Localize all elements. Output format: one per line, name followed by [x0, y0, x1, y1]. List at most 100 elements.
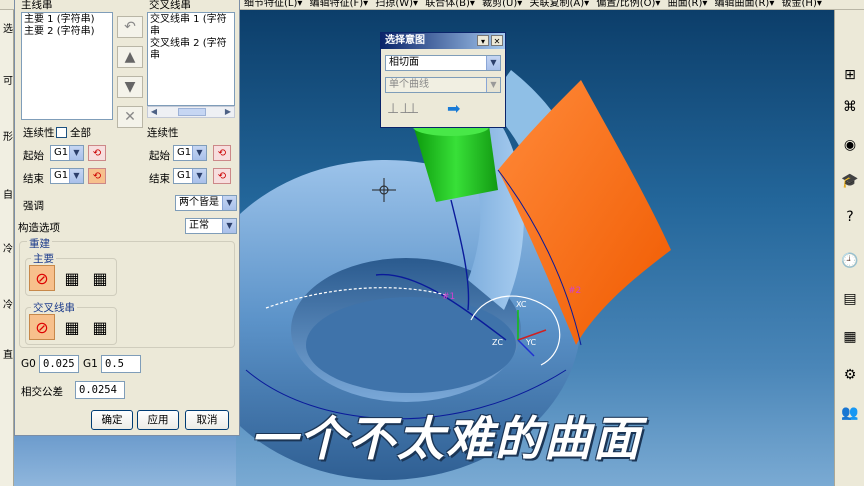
selection-intent-title: 选择意图 ▾ ✕ [381, 33, 505, 49]
chevron-down-icon[interactable]: ▼ [69, 169, 83, 183]
end-label: 结束 [23, 173, 44, 185]
chevron-down-icon[interactable]: ▼ [222, 196, 236, 210]
move-down-icon[interactable]: ▼ [117, 76, 143, 98]
chevron-down-icon[interactable]: ▼ [192, 146, 206, 160]
ok-button[interactable]: 确定 [91, 410, 133, 430]
toolbar-menu-icon[interactable]: ▾ [477, 35, 489, 46]
cross-auto-fit-icon[interactable]: ▦ [87, 314, 113, 340]
viewport-label-n2: #2 [568, 286, 582, 296]
scroll-thumb[interactable] [178, 108, 206, 116]
start-face-select-icon[interactable]: ⟲ [88, 145, 106, 161]
viewport-label-xc: XC [516, 300, 527, 309]
chevron-down-icon[interactable]: ▼ [486, 56, 500, 70]
list-item[interactable]: 主要 1 (字符串) [24, 14, 110, 26]
combo-value: 相切面 [389, 57, 419, 68]
rebuild-primary-label: 主要 [31, 251, 56, 266]
cross-list-scrollbar[interactable]: ◀ ▶ [147, 106, 235, 118]
cross-degree-tolerance-icon[interactable]: ▦ [59, 314, 85, 340]
cross-end-label: 结束 [149, 173, 170, 185]
undo-icon[interactable]: ↶ [117, 16, 143, 38]
video-caption: 一个不太难的曲面 [250, 412, 642, 467]
combo-value: G1 [177, 170, 192, 181]
arrow-right-icon[interactable]: ➡ [447, 99, 460, 118]
viewport-label-yc: YC [526, 338, 537, 347]
intersect-tolerance-field[interactable]: 0.0254 [75, 381, 125, 399]
constraint-navigator-icon[interactable]: ⌘ [839, 96, 861, 118]
assembly-navigator-icon[interactable]: ⊞ [839, 64, 861, 86]
cross-end-continuity-select[interactable]: G1 ▼ [173, 168, 207, 184]
g1-tolerance-field[interactable]: 0.5 [101, 355, 141, 373]
cross-end-face-select-icon[interactable]: ⟲ [213, 168, 231, 184]
chevron-down-icon[interactable]: ▼ [486, 78, 500, 92]
history-icon[interactable]: 🕘 [839, 250, 861, 272]
build-options-select[interactable]: 正常 ▼ [185, 218, 237, 234]
cross-start-continuity-select[interactable]: G1 ▼ [173, 145, 207, 161]
build-options-label: 构造选项 [18, 222, 60, 234]
emphasis-select[interactable]: 两个皆是 ▼ [175, 195, 237, 211]
selection-intent-toolbar: 选择意图 ▾ ✕ 相切面 ▼ 单个曲线 ▼ ⊥⊥ ⊥ ➡ [380, 32, 506, 128]
menu-item-sheet-metal[interactable]: 钣金(H)▾ [782, 0, 826, 9]
close-icon[interactable]: ✕ [491, 35, 503, 46]
g0-label: G0 [21, 358, 36, 370]
cross-string-header: 交叉线串 [149, 0, 191, 11]
apply-button[interactable]: 应用 [137, 410, 179, 430]
left-resource-strip: 选 可 形 自 冷 冷 直 [0, 10, 14, 486]
combo-value: G1 [54, 170, 69, 181]
palette-icon[interactable]: ▦ [839, 326, 861, 348]
web-browser-icon[interactable]: ◉ [839, 134, 861, 156]
menu-item-offset-scale[interactable]: 偏置/比例(O)▾ [596, 0, 664, 9]
menu-item-edit-feature[interactable]: 编辑特征(F)▾ [310, 0, 373, 9]
all-checkbox[interactable] [56, 127, 67, 138]
chevron-down-icon[interactable]: ▼ [69, 146, 83, 160]
scroll-left-icon[interactable]: ◀ [148, 107, 160, 117]
process-studio-icon[interactable]: ⚙ [839, 364, 861, 386]
cancel-button[interactable]: 取消 [185, 410, 229, 430]
intersect-tolerance-label: 相交公差 [21, 386, 63, 398]
move-up-icon[interactable]: ▲ [117, 46, 143, 68]
system-materials-icon[interactable]: ▤ [839, 288, 861, 310]
cross-start-face-select-icon[interactable]: ⟲ [213, 145, 231, 161]
combo-value: G1 [177, 147, 192, 158]
no-rebuild-icon[interactable]: ⊘ [29, 265, 55, 291]
cross-no-rebuild-icon[interactable]: ⊘ [29, 314, 55, 340]
start-label: 起始 [23, 150, 44, 162]
menu-item-surface[interactable]: 曲面(R)▾ [668, 0, 712, 9]
start-continuity-select[interactable]: G1 ▼ [50, 145, 84, 161]
menu-item-associative-copy[interactable]: 关联复制(A)▾ [529, 0, 593, 9]
chevron-down-icon[interactable]: ▼ [192, 169, 206, 183]
viewport-label-zc: ZC [492, 338, 504, 347]
menu-item-combine[interactable]: 联合体(B)▾ [425, 0, 479, 9]
scroll-right-icon[interactable]: ▶ [222, 107, 234, 117]
menu-item-trim[interactable]: 裁剪(U)▾ [482, 0, 526, 9]
curve-rule-select[interactable]: 单个曲线 ▼ [385, 77, 501, 93]
chevron-down-icon[interactable]: ▼ [222, 219, 236, 233]
strip-label: 直 [3, 350, 13, 361]
training-icon[interactable]: 🎓 [839, 170, 861, 192]
end-face-select-icon[interactable]: ⟲ [88, 168, 106, 184]
combo-value: 正常 [189, 220, 209, 231]
menu-item-detail-feature[interactable]: 细节特征(L)▾ [244, 0, 306, 9]
follow-fillet-icon[interactable]: ⊥ [407, 101, 419, 117]
help-icon[interactable]: ? [839, 206, 861, 228]
roles-icon[interactable]: 👥 [839, 402, 861, 424]
rebuild-cross-label: 交叉线串 [31, 300, 77, 315]
auto-fit-icon[interactable]: ▦ [87, 265, 113, 291]
strip-label: 选 [3, 24, 13, 35]
remove-icon[interactable]: ✕ [117, 106, 143, 128]
cross-start-label: 起始 [149, 150, 170, 162]
strip-label: 冷 [3, 300, 13, 311]
degree-tolerance-icon[interactable]: ▦ [59, 265, 85, 291]
list-item[interactable]: 主要 2 (字符串) [24, 26, 110, 38]
list-item[interactable]: 交叉线串 1 (字符串 [150, 14, 232, 38]
primary-string-header: 主线串 [21, 0, 53, 11]
g1-label: G1 [83, 358, 98, 370]
g0-tolerance-field[interactable]: 0.025 [39, 355, 79, 373]
end-continuity-select[interactable]: G1 ▼ [50, 168, 84, 184]
list-item[interactable]: 交叉线串 2 (字符串 [150, 38, 232, 62]
menu-item-edit-surface[interactable]: 编辑曲面(R)▾ [715, 0, 779, 9]
intent-rule-select[interactable]: 相切面 ▼ [385, 55, 501, 71]
primary-string-list[interactable]: 主要 1 (字符串) 主要 2 (字符串) [21, 12, 113, 120]
cross-string-list[interactable]: 交叉线串 1 (字符串 交叉线串 2 (字符串 [147, 12, 235, 106]
menu-item-sweep[interactable]: 扫掠(W)▾ [375, 0, 422, 9]
mesh-surface-dialog: 主线串 交叉线串 主要 1 (字符串) 主要 2 (字符串) ↶ ▲ ▼ ✕ 交… [14, 0, 240, 436]
